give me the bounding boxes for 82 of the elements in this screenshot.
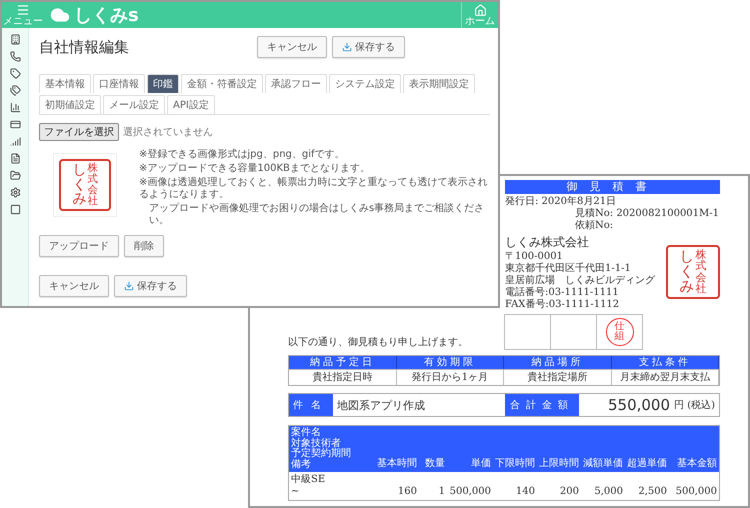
phone-icon[interactable] xyxy=(10,51,20,62)
note-text: アップロードや画像処理でお困りの場合はしくみs事務局までご相談ください。 xyxy=(148,203,486,227)
button[interactable]: キャンセル xyxy=(39,275,109,297)
subject-value: 地図系アプリ作成 xyxy=(336,398,426,414)
column-header: 下限時間 xyxy=(494,458,535,470)
save-button[interactable]: 保存する xyxy=(114,275,187,297)
tab[interactable]: 表示期間設定 xyxy=(403,74,475,93)
table-cell: 貴社指定日時 xyxy=(289,369,396,385)
column-header: 基本金額 xyxy=(676,458,717,470)
address-line: 〒100-0001 xyxy=(505,251,564,262)
request-number: 依頼No: xyxy=(574,220,614,232)
tab[interactable]: 印鑑 xyxy=(147,74,179,93)
column-header: 上限時間 xyxy=(538,458,579,470)
round-stamp: 仕組 xyxy=(606,318,634,346)
table-cell-text: 1 xyxy=(438,486,445,498)
button[interactable]: 削除 xyxy=(124,235,164,257)
save-button[interactable]: 保存する xyxy=(332,36,405,58)
page-title: 自社情報編集 xyxy=(39,38,130,56)
address-line: 電話番号:03-1111-1111 xyxy=(505,287,620,298)
button[interactable]: アップロード xyxy=(39,235,119,257)
column-header: 納品予定日 xyxy=(289,356,396,369)
issue-date: 発行日: 2020年8月21日 xyxy=(505,196,618,208)
square-icon[interactable] xyxy=(10,204,20,215)
table-cell-text: 200 xyxy=(558,486,579,498)
column-header: 減額単価 xyxy=(582,458,623,470)
column-header: 対象技術者 xyxy=(291,438,342,448)
tab[interactable]: 金額・符番設定 xyxy=(181,74,263,93)
intro-text: 以下の通り、御見積もり申し上げます。 xyxy=(288,336,469,349)
company-name: しくみ株式会社 xyxy=(505,234,590,251)
table-cell-text: 140 xyxy=(514,486,535,498)
tab[interactable]: 初期値設定 xyxy=(39,95,101,114)
address-line: 皇居前広場 しくみビルディング xyxy=(505,275,655,286)
column-header: 予定契約期間 xyxy=(291,449,352,459)
card-icon[interactable] xyxy=(10,119,20,130)
table-cell-text: 500,000 xyxy=(448,486,491,498)
tab[interactable]: 承認フロー xyxy=(265,74,327,93)
table-cell-text: 5,000 xyxy=(593,486,623,498)
table-cell: 発行日から1ヶ月 xyxy=(396,369,504,385)
total-amount: 550,000 xyxy=(608,396,670,414)
table-cell: 月末締め翌月末支払 xyxy=(612,369,719,385)
button[interactable]: キャンセル xyxy=(257,36,327,58)
column-header: 備考 xyxy=(291,460,312,470)
column-header: 数量 xyxy=(424,458,445,470)
column-header: 単価 xyxy=(470,458,491,470)
subject-label: 件名 xyxy=(289,394,333,416)
tab[interactable]: 口座情報 xyxy=(93,74,145,93)
settings-icon[interactable] xyxy=(10,187,20,198)
tags-icon[interactable] xyxy=(10,85,20,96)
file-select-button[interactable]: ファイルを選択 xyxy=(39,123,119,141)
bar-chart-icon[interactable] xyxy=(10,102,20,113)
note-text: ※画像は透過処理しておくと、帳票出力時に文字と重なっても透けて表示されるようになります。 xyxy=(139,177,488,201)
tab[interactable]: メール設定 xyxy=(103,95,165,114)
table-cell-text: 中級SE xyxy=(291,474,326,486)
column-header: 支払条件 xyxy=(612,356,719,369)
table-cell-text: 160 xyxy=(396,486,417,498)
table-cell-text: 500,000 xyxy=(674,486,717,498)
table-cell: 貴社指定場所 xyxy=(504,369,612,385)
column-header: 納品場所 xyxy=(504,356,612,369)
tab[interactable]: API設定 xyxy=(167,95,215,114)
folder-icon[interactable] xyxy=(10,170,20,181)
download-icon xyxy=(124,281,134,291)
download-icon xyxy=(342,42,352,52)
address-line: FAX番号:03-1111-1112 xyxy=(505,299,620,311)
note-text: ※アップロードできる容量100KBまでとなります。 xyxy=(139,163,371,175)
table-cell-text: 2,500 xyxy=(637,486,667,498)
estimate-number: 見積No: 2020082100001M-1 xyxy=(574,208,720,220)
column-header: 案件名 xyxy=(291,428,321,438)
building-icon[interactable] xyxy=(10,34,20,45)
table-cell-text: ~ xyxy=(291,486,300,498)
file-icon[interactable] xyxy=(10,153,20,164)
file-status: 選択されていません xyxy=(123,126,213,139)
total-label: 合計金額 xyxy=(505,394,579,416)
tag-icon[interactable] xyxy=(10,68,20,79)
column-header: 超過単価 xyxy=(626,458,667,470)
tax-note: 円 (税込) xyxy=(674,398,715,412)
document-title: 御見積書 xyxy=(505,180,720,194)
tab[interactable]: システム設定 xyxy=(329,74,401,93)
tab[interactable]: 基本情報 xyxy=(39,74,91,93)
note-text: ※登録できる画像形式はjpg、png、gifです。 xyxy=(139,149,346,161)
address-line: 東京都千代田区千代田1-1-1 xyxy=(505,263,632,274)
column-header: 有効期限 xyxy=(396,356,504,369)
column-header: 基本時間 xyxy=(376,458,417,470)
